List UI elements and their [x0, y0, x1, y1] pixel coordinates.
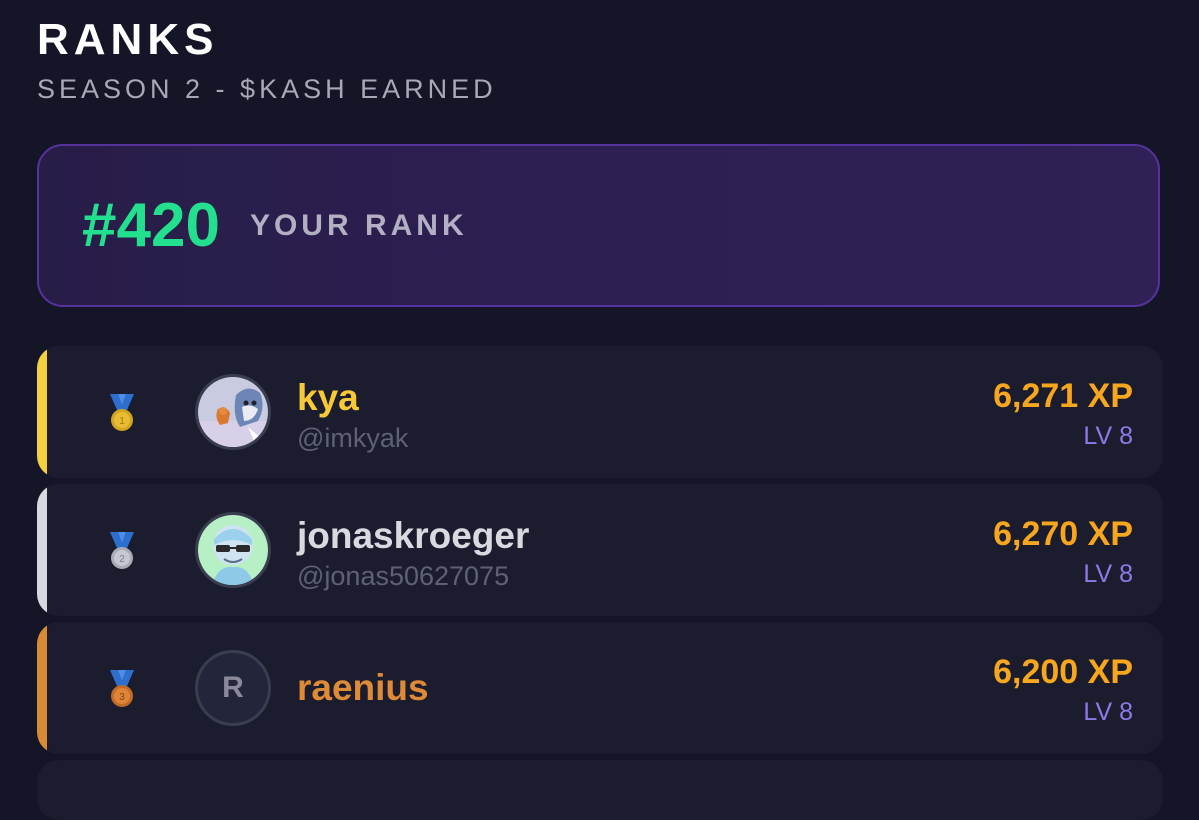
svg-text:2: 2 [119, 554, 125, 565]
player-name[interactable]: raenius [297, 666, 429, 710]
player-level: LV 8 [1083, 422, 1133, 450]
player-name[interactable]: jonaskroeger [297, 514, 529, 558]
row-accent-bronze [37, 622, 47, 754]
your-rank-number: #420 [82, 190, 220, 260]
row-accent-silver [37, 484, 47, 616]
avatar-image [198, 515, 268, 585]
leaderboard-row[interactable]: 2 jonaskroeger @jonas50627075 6,270 XP L… [37, 484, 1163, 616]
player-xp: 6,271 XP [993, 377, 1133, 415]
avatar[interactable] [195, 374, 271, 450]
player-xp: 6,200 XP [993, 653, 1133, 691]
avatar[interactable]: R [195, 650, 271, 726]
leaderboard-row[interactable]: 1 kya @imkyak 6,271 XP LV 8 [37, 346, 1163, 478]
player-handle: @jonas50627075 [297, 561, 510, 591]
leaderboard-row-partial[interactable] [37, 760, 1163, 820]
svg-text:1: 1 [119, 416, 125, 427]
avatar[interactable] [195, 512, 271, 588]
player-handle: @imkyak [297, 423, 409, 453]
player-name[interactable]: kya [297, 376, 359, 420]
your-rank-card: #420 YOUR RANK [37, 144, 1160, 307]
row-accent-gold [37, 346, 47, 478]
player-level: LV 8 [1083, 560, 1133, 588]
gold-medal-icon: 1 [110, 394, 134, 431]
ranks-page: RANKS SEASON 2 - $KASH EARNED #420 YOUR … [0, 0, 1199, 820]
player-level: LV 8 [1083, 698, 1133, 726]
avatar-image [198, 377, 268, 447]
page-title: RANKS [37, 15, 219, 64]
page-subtitle: SEASON 2 - $KASH EARNED [37, 74, 497, 104]
bronze-medal-icon: 3 [110, 670, 134, 707]
player-xp: 6,270 XP [993, 515, 1133, 553]
silver-medal-icon: 2 [110, 532, 134, 569]
your-rank-label: YOUR RANK [249, 208, 468, 242]
svg-text:3: 3 [119, 692, 125, 703]
leaderboard-row[interactable]: 3 R raenius 6,200 XP LV 8 [37, 622, 1163, 754]
